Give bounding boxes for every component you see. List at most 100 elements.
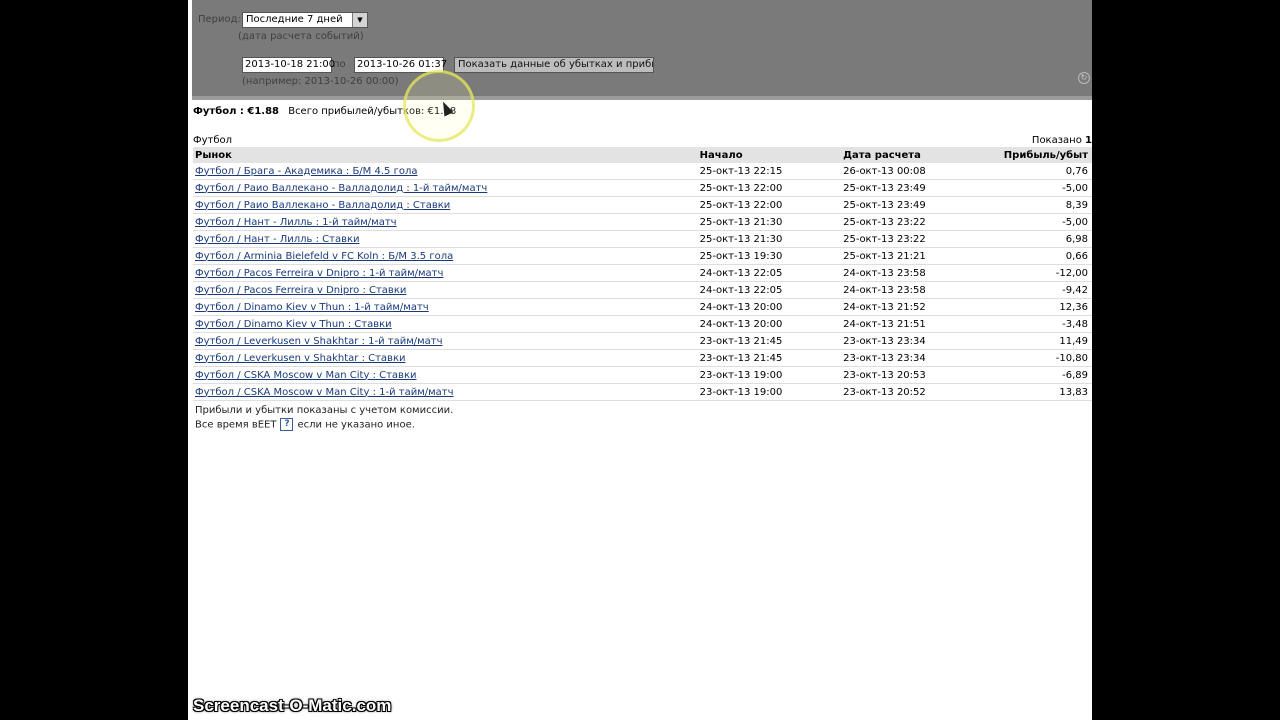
column-header-start[interactable]: Начало [697, 147, 842, 163]
table-row: Футбол / Arminia Bielefeld v FC Koln : Б… [193, 247, 1092, 265]
table-row: Футбол / Pacos Ferreira v Dnipro : 1-й т… [193, 264, 1092, 282]
table-row: Футбол / Leverkusen v Shakhtar : 1-й тай… [193, 332, 1092, 350]
profit-loss-cell: -10,80 [1001, 349, 1092, 367]
profit-loss-cell: 8,39 [1001, 196, 1092, 214]
start-cell: 23-окт-13 19:00 [697, 383, 842, 401]
start-cell: 25-окт-13 22:00 [697, 179, 842, 197]
table-row: Футбол / CSKA Moscow v Man City : 1-й та… [193, 383, 1092, 401]
market-cell: Футбол / CSKA Moscow v Man City : 1-й та… [193, 383, 698, 401]
column-header-profit-loss[interactable]: Прибыль/убыт [1001, 147, 1092, 163]
period-select-value: Последние 7 дней [246, 14, 343, 25]
settled-cell: 24-окт-13 21:52 [841, 298, 1002, 316]
profit-loss-cell: -12,00 [1001, 264, 1092, 282]
date-from-input[interactable]: 2013-10-18 21:00 [242, 57, 335, 73]
column-header-market[interactable]: Рынок [193, 147, 698, 163]
market-link[interactable]: Футбол / CSKA Moscow v Man City : Ставки [195, 370, 416, 381]
market-link[interactable]: Футбол / Нант - Лилль : 1-й тайм/матч [195, 217, 397, 228]
sport-total: Футбол : €1.88 [193, 106, 280, 117]
table-header-row: Рынок Начало Дата расчета Прибыль/убыт [193, 147, 1092, 163]
show-profit-loss-button[interactable]: Показать данные об убытках и прибыли [454, 57, 654, 73]
profit-loss-cell: -6,89 [1001, 366, 1092, 384]
settled-cell: 25-окт-13 21:21 [841, 247, 1002, 265]
market-link[interactable]: Футбол / Dinamo Kiev v Thun : 1-й тайм/м… [195, 302, 429, 313]
settled-cell: 24-окт-13 21:51 [841, 315, 1002, 333]
market-cell: Футбол / Leverkusen v Shakhtar : 1-й тай… [193, 332, 698, 350]
settled-cell: 25-окт-13 23:49 [841, 196, 1002, 214]
start-cell: 25-окт-13 21:30 [697, 230, 842, 248]
period-label: Период: [198, 14, 241, 25]
market-cell: Футбол / Pacos Ferreira v Dnipro : 1-й т… [193, 264, 698, 282]
table-body: Футбол / Брага - Академика : Б/М 4.5 гол… [193, 163, 1092, 401]
market-cell: Футбол / CSKA Moscow v Man City : Ставки [193, 366, 698, 384]
market-cell: Футбол / Arminia Bielefeld v FC Koln : Б… [193, 247, 698, 265]
market-link[interactable]: Футбол / Leverkusen v Shakhtar : Ставки [195, 353, 405, 364]
timezone-note: Все время вЕЕТ? если не указано иное. [195, 418, 415, 431]
start-cell: 25-окт-13 22:15 [697, 163, 842, 180]
market-link[interactable]: Футбол / Pacos Ferreira v Dnipro : Ставк… [195, 285, 406, 296]
market-link[interactable]: Футбол / Нант - Лилль : Ставки [195, 234, 360, 245]
timezone-note-prefix: Все время вЕЕТ [195, 419, 277, 431]
market-cell: Футбол / Dinamo Kiev v Thun : Ставки [193, 315, 698, 333]
settled-cell: 25-окт-13 23:22 [841, 230, 1002, 248]
market-link[interactable]: Футбол / Раио Валлекано - Валладолид : С… [195, 200, 450, 211]
market-cell: Футбол / Leverkusen v Shakhtar : Ставки [193, 349, 698, 367]
table-row: Футбол / Dinamo Kiev v Thun : Ставки 24-о… [193, 315, 1092, 333]
table-row: Футбол / Pacos Ferreira v Dnipro : Ставк… [193, 281, 1092, 299]
start-cell: 23-окт-13 21:45 [697, 349, 842, 367]
settled-cell: 23-окт-13 20:53 [841, 366, 1002, 384]
start-cell: 24-окт-13 20:00 [697, 298, 842, 316]
panel-divider [192, 96, 1092, 100]
shown-count: Показано 1 [1032, 135, 1092, 146]
arrow-down-icon[interactable]: ▼ [352, 13, 367, 27]
column-header-settled[interactable]: Дата расчета [841, 147, 1002, 163]
table-row: Футбол / Нант - Лилль : Ставки 25-окт-13 … [193, 230, 1092, 248]
market-link[interactable]: Футбол / Arminia Bielefeld v FC Koln : Б… [195, 251, 453, 262]
start-cell: 25-окт-13 22:00 [697, 196, 842, 214]
section-title: Футбол [193, 135, 233, 146]
table-row: Футбол / Раио Валлекано - Валладолид : С… [193, 196, 1092, 214]
start-cell: 25-окт-13 19:30 [697, 247, 842, 265]
profit-loss-cell: 6,98 [1001, 230, 1092, 248]
market-link[interactable]: Футбол / Раио Валлекано - Валладолид : 1… [195, 183, 487, 194]
market-cell: Футбол / Pacos Ferreira v Dnipro : Ставк… [193, 281, 698, 299]
table-row: Футбол / Leverkusen v Shakhtar : Ставки 2… [193, 349, 1092, 367]
settled-cell: 25-окт-13 23:22 [841, 213, 1002, 231]
start-cell: 24-окт-13 22:05 [697, 281, 842, 299]
start-cell: 23-окт-13 21:45 [697, 332, 842, 350]
profit-loss-cell: -9,42 [1001, 281, 1092, 299]
settled-cell: 23-окт-13 20:52 [841, 383, 1002, 401]
profit-loss-cell: -5,00 [1001, 213, 1092, 231]
settled-cell: 26-окт-13 00:08 [841, 163, 1002, 180]
profit-loss-table: Рынок Начало Дата расчета Прибыль/убыт Ф… [193, 147, 1092, 401]
commission-note: Прибыли и убытки показаны с учетом комис… [195, 405, 454, 416]
refresh-icon[interactable]: ↻ [1078, 72, 1090, 84]
settled-cell: 25-окт-13 23:49 [841, 179, 1002, 197]
filter-panel: Период: Последние 7 дней ▼ (дата расчета… [192, 0, 1092, 100]
date-format-hint: (например: 2013-10-26 00:00) [242, 76, 399, 87]
profit-loss-cell: 11,49 [1001, 332, 1092, 350]
market-link[interactable]: Футбол / Dinamo Kiev v Thun : Ставки [195, 319, 392, 330]
market-link[interactable]: Футбол / Брага - Академика : Б/М 4.5 гол… [195, 166, 417, 177]
market-cell: Футбол / Нант - Лилль : 1-й тайм/матч [193, 213, 698, 231]
period-select[interactable]: Последние 7 дней ▼ [242, 12, 368, 28]
start-cell: 23-окт-13 19:00 [697, 366, 842, 384]
profit-loss-cell: 12,36 [1001, 298, 1092, 316]
start-cell: 25-окт-13 21:30 [697, 213, 842, 231]
help-icon[interactable]: ? [280, 418, 294, 431]
market-cell: Футбол / Нант - Лилль : Ставки [193, 230, 698, 248]
timezone-note-suffix: если не указано иное. [297, 419, 415, 431]
market-link[interactable]: Футбол / CSKA Moscow v Man City : 1-й та… [195, 387, 454, 398]
browser-viewport: Период: Последние 7 дней ▼ (дата расчета… [188, 0, 1092, 720]
settled-cell: 24-окт-13 23:58 [841, 264, 1002, 282]
date-to-label: по [333, 59, 346, 70]
profit-loss-cell: 0,66 [1001, 247, 1092, 265]
settled-cell: 23-окт-13 23:34 [841, 332, 1002, 350]
table-row: Футбол / CSKA Moscow v Man City : Ставки… [193, 366, 1092, 384]
profit-loss-cell: -5,00 [1001, 179, 1092, 197]
start-cell: 24-окт-13 22:05 [697, 264, 842, 282]
market-link[interactable]: Футбол / Pacos Ferreira v Dnipro : 1-й т… [195, 268, 443, 279]
market-cell: Футбол / Брага - Академика : Б/М 4.5 гол… [193, 163, 698, 180]
market-link[interactable]: Футбол / Leverkusen v Shakhtar : 1-й тай… [195, 336, 443, 347]
table-row: Футбол / Раио Валлекано - Валладолид : 1… [193, 179, 1092, 197]
settled-cell: 24-окт-13 23:58 [841, 281, 1002, 299]
